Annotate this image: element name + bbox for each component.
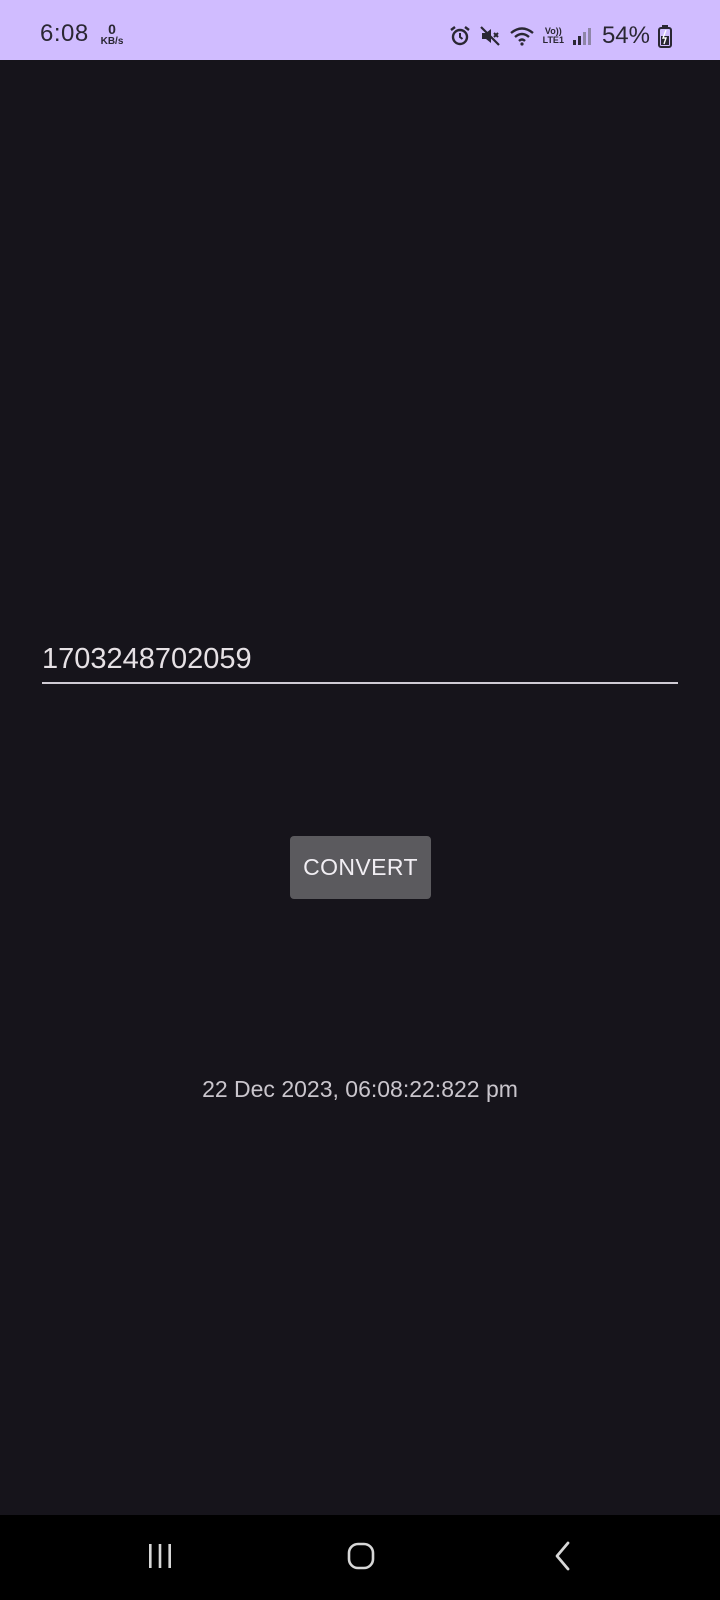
alarm-icon bbox=[449, 25, 471, 47]
network-speed-unit: KB/s bbox=[100, 36, 124, 47]
mute-icon bbox=[479, 25, 501, 47]
home-icon bbox=[346, 1541, 376, 1576]
signal-icon bbox=[572, 26, 592, 46]
status-icons: Vo)) LTE1 54% bbox=[449, 22, 672, 50]
battery-icon bbox=[658, 24, 672, 48]
recent-apps-icon bbox=[145, 1542, 175, 1575]
recent-apps-button[interactable] bbox=[130, 1535, 190, 1581]
volte-icon: Vo)) LTE1 bbox=[543, 27, 564, 45]
back-icon bbox=[552, 1540, 574, 1577]
status-time: 6:08 bbox=[40, 20, 89, 47]
battery-percent: 54% bbox=[601, 22, 650, 49]
network-speed-indicator: 0 KB/s bbox=[97, 22, 127, 47]
wifi-icon bbox=[509, 25, 535, 47]
back-button[interactable] bbox=[533, 1535, 593, 1581]
network-speed-value: 0 bbox=[108, 21, 116, 37]
convert-button[interactable]: CONVERT bbox=[290, 836, 431, 899]
timestamp-input[interactable] bbox=[42, 636, 678, 684]
home-button[interactable] bbox=[331, 1535, 391, 1581]
navigation-bar bbox=[0, 1515, 720, 1600]
status-bar: 6:08 0 KB/s Vo)) LTE1 54% bbox=[0, 0, 720, 60]
converted-date-text: 22 Dec 2023, 06:08:22:822 pm bbox=[202, 1076, 518, 1102]
app-screen: 6:08 0 KB/s Vo)) LTE1 54% 1703248702059 … bbox=[0, 0, 720, 1600]
volte-bottom-label: LTE1 bbox=[542, 35, 564, 45]
